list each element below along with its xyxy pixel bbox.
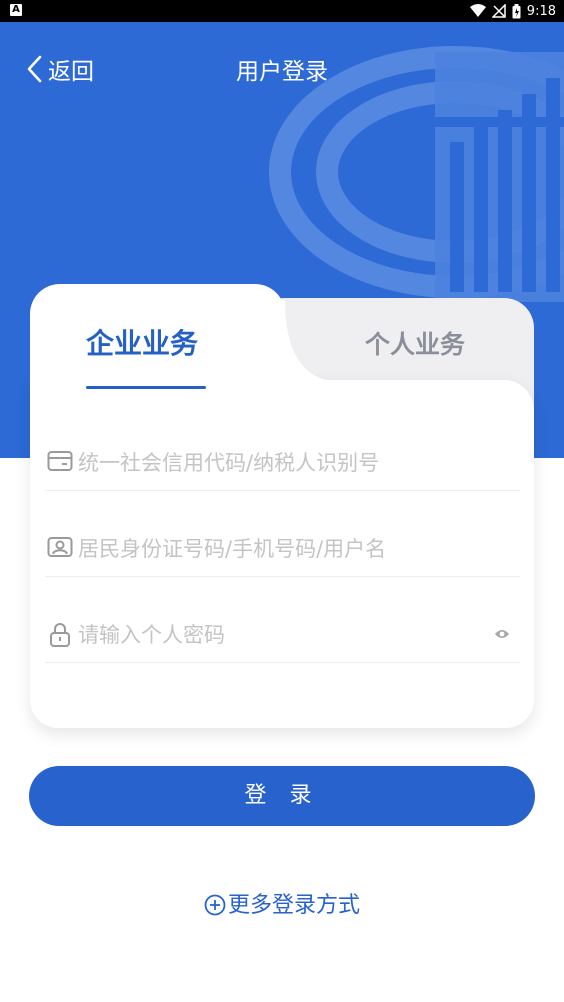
plus-circle-icon [204, 894, 226, 916]
no-signal-icon [491, 4, 506, 18]
id-input[interactable] [78, 532, 478, 566]
wifi-icon [469, 4, 486, 17]
status-icons: 9:18 [469, 2, 556, 20]
password-input[interactable] [78, 618, 478, 652]
clock: 9:18 [526, 3, 556, 19]
show-password-eye-icon[interactable] [494, 628, 510, 640]
tab-personal[interactable]: 个人业务 [365, 325, 465, 361]
user-card-icon [47, 537, 73, 557]
battery-icon [512, 3, 521, 18]
tab-curve [282, 300, 342, 382]
notification-a-icon: A [10, 4, 22, 16]
id-field [45, 528, 520, 577]
login-button[interactable]: 登 录 [29, 766, 535, 826]
lock-icon [50, 623, 70, 647]
more-login-methods-link[interactable]: 更多登录方式 [0, 887, 564, 919]
credit-code-input[interactable] [78, 446, 478, 480]
password-field [45, 614, 520, 663]
id-card-icon [47, 451, 73, 471]
status-bar: A 9:18 [0, 0, 564, 22]
more-login-methods-label: 更多登录方式 [227, 893, 360, 918]
tab-enterprise[interactable]: 企业业务 [86, 322, 198, 362]
tab-active-indicator [86, 386, 206, 389]
page-title: 用户登录 [236, 59, 328, 85]
credit-code-field [45, 442, 520, 491]
